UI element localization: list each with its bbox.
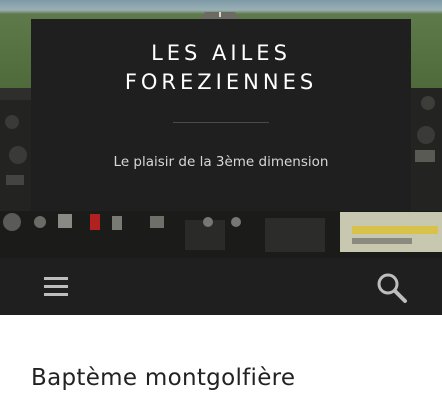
search-toggle-button[interactable] <box>374 270 410 306</box>
navigation-bar <box>0 258 442 315</box>
site-title-line-1[interactable]: LES AILES <box>31 39 411 68</box>
site-tagline: Le plaisir de la 3ème dimension <box>113 154 329 170</box>
menu-toggle-button[interactable] <box>40 274 72 300</box>
site-title[interactable]: LES AILES FOREZIENNES <box>31 39 411 97</box>
site-branding: LES AILES FOREZIENNES Le plaisir de la 3… <box>31 19 411 211</box>
post-title[interactable]: Baptème montgolfière <box>31 365 295 391</box>
title-divider <box>173 122 269 123</box>
site-title-line-2[interactable]: FOREZIENNES <box>31 68 411 97</box>
search-icon <box>377 273 407 303</box>
